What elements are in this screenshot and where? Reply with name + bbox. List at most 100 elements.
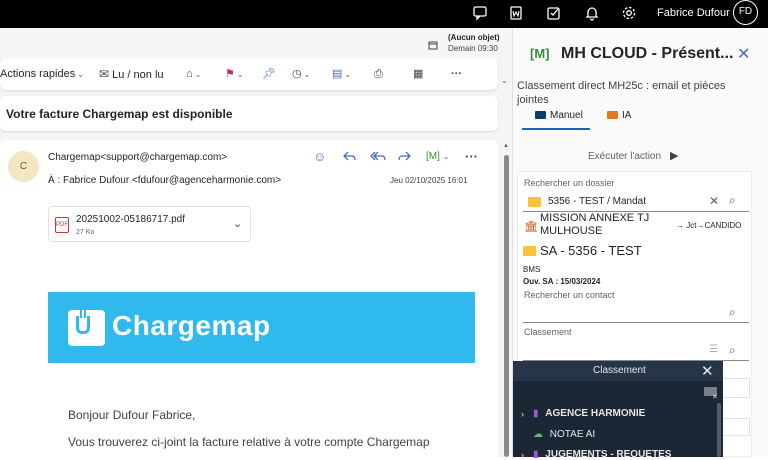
bms-label: BMS xyxy=(523,265,541,274)
chargemap-banner: Chargemap xyxy=(48,292,475,363)
mh-addin-icon[interactable]: [M] ⌄ xyxy=(426,151,449,162)
popup-title: Classement xyxy=(593,365,646,376)
classement-popup: Classement ✕ ✕ › ▮ AGENCE HARMONIE ☁ NOT… xyxy=(513,361,723,460)
flag-button[interactable]: ⚑ ⌄ xyxy=(225,58,244,90)
popup-row-label: AGENCE HARMONIE xyxy=(545,408,646,419)
message-date: Jeu 02/10/2025 16:01 xyxy=(390,176,468,185)
tab-manuel[interactable]: Manuel xyxy=(535,110,583,121)
rules-button[interactable]: ▤ ⌄ xyxy=(332,58,351,90)
tab-ia[interactable]: IA xyxy=(607,110,631,121)
opening-date: Ouv. SA : 15/03/2024 xyxy=(523,277,601,286)
popup-header: Classement ✕ xyxy=(513,361,723,381)
cloud-icon: ☁ xyxy=(533,429,543,440)
rules-icon: ▤ xyxy=(332,68,343,80)
chevron-down-icon: ⌄ xyxy=(303,70,311,79)
search-icon[interactable]: ⌕ xyxy=(729,343,736,358)
chevron-down-icon: ⌄ xyxy=(236,70,244,79)
chevron-down-icon[interactable]: ⌄ xyxy=(501,76,508,85)
next-event-time: Demain 09:30 xyxy=(448,44,498,53)
next-event-title[interactable]: (Aucun objet) xyxy=(448,33,500,42)
folder-icon xyxy=(535,111,546,120)
pdf-icon: PDF xyxy=(55,217,69,233)
reply-all-icon[interactable] xyxy=(370,149,386,166)
jct-link[interactable]: → Jct→CANDIDO xyxy=(676,221,741,230)
scroll-up-icon[interactable]: ▲ xyxy=(503,143,509,149)
classement-input[interactable]: ☰ ⌕ xyxy=(523,341,749,361)
mission-name[interactable]: MISSION ANNEXE TJ MULHOUSE xyxy=(540,212,670,238)
avatar[interactable]: FD xyxy=(733,0,758,25)
user-name[interactable]: Fabrice Dufour xyxy=(657,7,730,19)
list-icon: ☰ xyxy=(709,344,718,355)
pin-button[interactable]: 📌︎ xyxy=(262,58,276,90)
chevron-down-icon: ⌄ xyxy=(344,70,352,79)
plug-icon xyxy=(68,310,105,346)
envelope-icon: ✉ xyxy=(99,67,110,81)
read-unread-label: Lu / non lu xyxy=(112,69,164,81)
folder-search-value: 5356 - TEST / Mandat xyxy=(548,196,647,207)
popup-row[interactable]: ▮ JUGEMENTS - REQUETES xyxy=(533,449,671,460)
attachment-size: 27 Ko xyxy=(76,229,95,236)
popup-row-label: JUGEMENTS - REQUETES xyxy=(545,449,672,460)
mh-logo: [M] xyxy=(530,46,550,61)
reply-icon[interactable] xyxy=(342,149,356,166)
more-icon[interactable]: ··· xyxy=(465,149,478,164)
bank-icon: 🏛︎ xyxy=(524,221,538,233)
task-icon[interactable] xyxy=(545,5,563,23)
search-icon[interactable]: ⌕ xyxy=(729,193,736,208)
close-icon[interactable]: ✕ xyxy=(701,362,714,380)
document-icon: ▮ xyxy=(533,408,539,419)
message-subject: Votre facture Chargemap est disponible xyxy=(6,107,233,121)
pin-icon: 📌︎ xyxy=(262,68,276,80)
subject-card: Votre facture Chargemap est disponible xyxy=(0,96,498,131)
close-icon[interactable]: ✕ xyxy=(737,44,750,64)
bell-icon[interactable] xyxy=(583,5,601,23)
attachment-name: 20251002-05186717.pdf xyxy=(76,214,185,225)
attachment-card[interactable]: PDF 20251002-05186717.pdf 27 Ko ⌄ xyxy=(48,206,251,242)
print-icon: ⎙ xyxy=(374,68,383,80)
active-tab-indicator xyxy=(522,128,590,130)
calendar-icon xyxy=(428,40,438,53)
folder-search-label: Rechercher un dossier xyxy=(524,178,615,188)
folder-search-input[interactable]: 5356 - TEST / Mandat ✕ ⌕ xyxy=(523,192,749,212)
chat-icon[interactable] xyxy=(471,5,489,23)
tag-button[interactable]: ⌂ ⌄ xyxy=(186,58,201,90)
scrollbar-thumb[interactable] xyxy=(504,155,509,457)
more-options-button[interactable]: ··· xyxy=(451,58,462,90)
side-input[interactable] xyxy=(722,418,750,436)
clear-icon[interactable]: ✕ xyxy=(709,194,719,208)
clock-icon: ◷ xyxy=(292,68,302,80)
popup-row[interactable]: ☁ NOTAE AI xyxy=(533,429,595,440)
search-icon[interactable]: ⌕ xyxy=(729,305,736,320)
read-unread-button[interactable]: ✉ Lu / non lu xyxy=(99,58,164,90)
document-icon: ▮ xyxy=(533,449,539,460)
sender-avatar[interactable]: C xyxy=(8,151,39,182)
contact-search-label: Rechercher un contact xyxy=(524,290,615,300)
chevron-right-icon[interactable]: › xyxy=(521,450,524,460)
side-input[interactable] xyxy=(722,378,750,398)
scrollbar-thumb[interactable] xyxy=(717,403,721,457)
ribbon-toolbar: Actions rapides ⌄ ✉ Lu / non lu ⌂ ⌄ ⚑ ⌄ 📌︎ … xyxy=(0,58,498,90)
body-text: Vous trouverez ci-joint la facture relat… xyxy=(68,435,430,449)
word-icon[interactable] xyxy=(507,5,525,23)
snooze-button[interactable]: ◷ ⌄ xyxy=(292,58,310,90)
tab-manuel-label: Manuel xyxy=(550,110,583,121)
print-button[interactable]: ⎙ xyxy=(374,58,383,90)
more-icon: ··· xyxy=(451,68,462,80)
forward-icon[interactable] xyxy=(398,149,412,166)
tab-ia-label: IA xyxy=(622,110,632,121)
sender-address[interactable]: Chargemap<support@chargemap.com> xyxy=(48,152,227,163)
chevron-down-icon[interactable]: ⌄ xyxy=(233,217,242,230)
close-icon[interactable]: ✕ xyxy=(712,393,718,401)
sa-folder-title[interactable]: SA - 5356 - TEST xyxy=(540,243,642,258)
popup-row[interactable]: ▮ AGENCE HARMONIE xyxy=(533,408,645,419)
body-greeting: Bonjour Dufour Fabrice, xyxy=(68,408,196,422)
chevron-right-icon[interactable]: › xyxy=(521,409,524,419)
quick-actions-button[interactable]: Actions rapides ⌄ xyxy=(0,58,84,90)
smiley-icon[interactable]: ☺ xyxy=(313,149,326,164)
gear-icon[interactable] xyxy=(620,5,638,23)
run-action-label[interactable]: Exécuter l'action xyxy=(588,151,661,162)
apps-button[interactable]: ▦ xyxy=(413,58,423,90)
chargemap-logo-text: Chargemap xyxy=(112,310,271,341)
contact-search-input[interactable]: ⌕ xyxy=(523,303,749,323)
play-icon[interactable]: ▶ xyxy=(670,149,678,162)
